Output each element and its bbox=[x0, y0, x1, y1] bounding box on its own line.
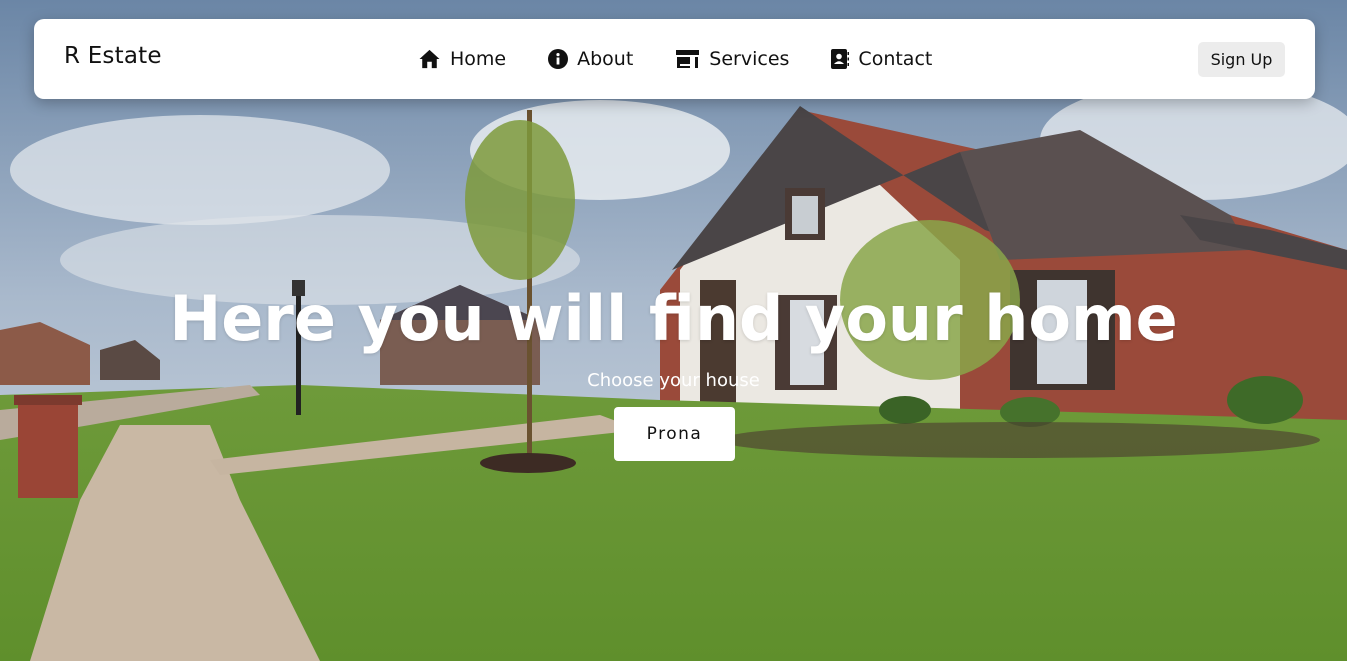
info-icon bbox=[548, 49, 569, 69]
nav-item-about[interactable]: About bbox=[548, 48, 633, 70]
contact-card-icon bbox=[831, 49, 850, 69]
nav-label-home: Home bbox=[450, 48, 507, 70]
prona-button[interactable]: Prona bbox=[614, 407, 735, 461]
hero-title: Here you will find your home bbox=[169, 282, 1178, 355]
nav-label-about: About bbox=[577, 48, 634, 70]
nav-item-services[interactable]: Services bbox=[675, 48, 789, 70]
hero-subtitle: Choose your house bbox=[587, 370, 760, 391]
home-icon bbox=[419, 49, 440, 69]
sign-up-button[interactable]: Sign Up bbox=[1198, 42, 1285, 77]
brand-logo[interactable]: R Estate bbox=[64, 43, 162, 69]
nav-item-contact[interactable]: Contact bbox=[831, 48, 932, 70]
store-icon bbox=[676, 50, 700, 68]
top-navbar: R Estate Home About Services Contact Sig… bbox=[34, 19, 1315, 99]
nav-item-home[interactable]: Home bbox=[418, 48, 506, 70]
nav-links: Home About Services Contact bbox=[418, 45, 974, 73]
nav-label-contact: Contact bbox=[858, 48, 933, 70]
nav-label-services: Services bbox=[709, 48, 790, 70]
